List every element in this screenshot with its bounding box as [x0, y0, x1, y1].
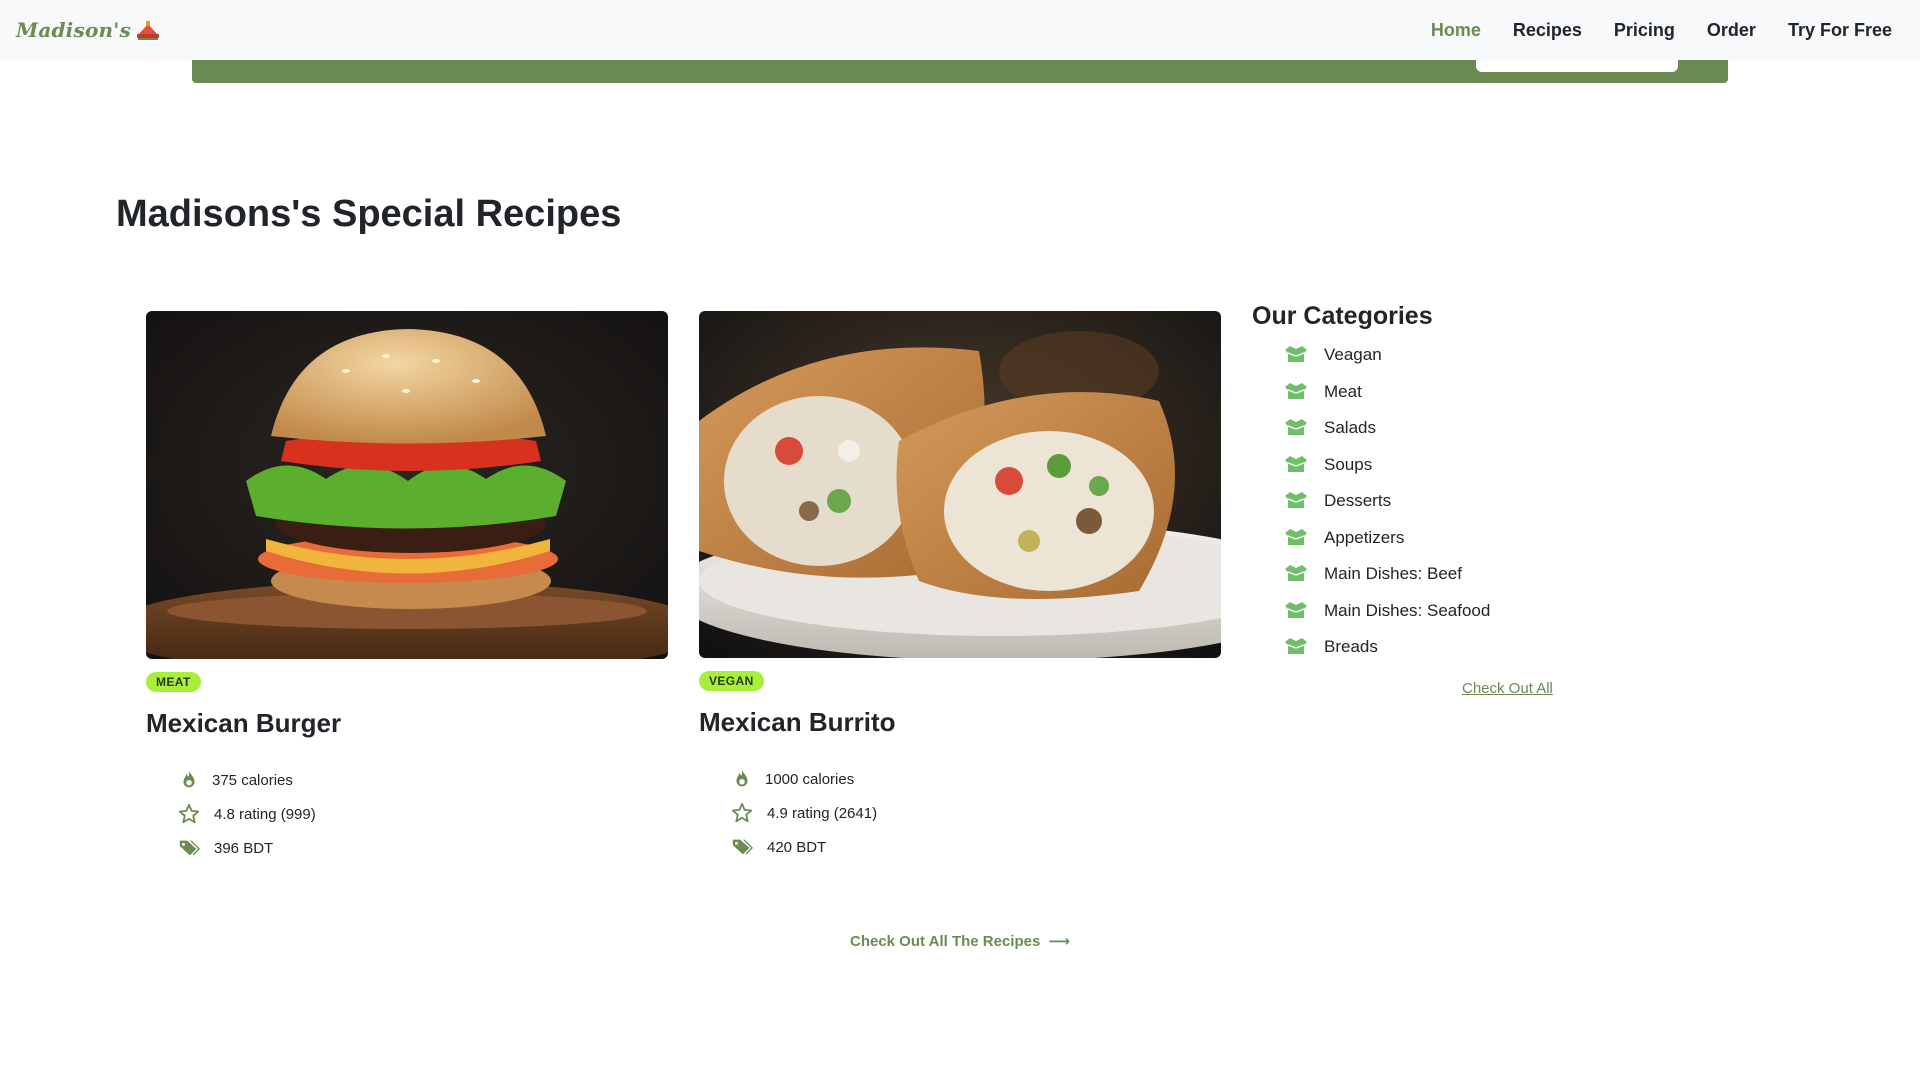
brand[interactable]: Madison's — [16, 18, 161, 42]
brand-logo-icon — [137, 21, 160, 40]
brand-name[interactable]: Madison's — [16, 18, 131, 42]
category-label[interactable]: Main Dishes: Seafood — [1324, 601, 1490, 621]
hero-banner-input-edge — [1476, 60, 1678, 72]
recipe-stats: 1000 calories 4.9 rating (2641) 420 BDT — [731, 762, 1221, 864]
category-badge: VEGAN — [699, 671, 764, 691]
rating-stat: 4.8 rating (999) — [178, 797, 668, 831]
calories-stat: 1000 calories — [731, 762, 1221, 796]
flame-icon — [736, 769, 748, 787]
open-box-icon — [1285, 419, 1307, 436]
category-item[interactable]: Soups — [1284, 447, 1592, 484]
all-recipes-row: Check Out All The Recipes ⟶ — [0, 932, 1920, 951]
nav-order[interactable]: Order — [1707, 20, 1756, 41]
check-out-all-categories-link[interactable]: Check Out All — [1462, 680, 1592, 697]
recipe-image-burrito[interactable] — [699, 311, 1221, 658]
price-value: 420 BDT — [767, 838, 827, 856]
tags-icon — [732, 839, 753, 855]
price-stat: 396 BDT — [178, 831, 668, 865]
category-label[interactable]: Veagan — [1324, 345, 1382, 365]
categories-title: Our Categories — [1252, 302, 1433, 330]
rating-stat: 4.9 rating (2641) — [731, 796, 1221, 830]
check-out-all-recipes-link[interactable]: Check Out All The Recipes ⟶ — [850, 933, 1070, 950]
recipe-card[interactable]: MEAT Mexican Burger 375 calories 4.8 rat… — [146, 311, 668, 865]
nav-try-for-free[interactable]: Try For Free — [1788, 20, 1892, 41]
category-label[interactable]: Meat — [1324, 382, 1362, 402]
price-value: 396 BDT — [214, 839, 274, 857]
tags-icon — [179, 840, 200, 856]
calories-value: 1000 calories — [765, 770, 855, 788]
nav-pricing[interactable]: Pricing — [1614, 20, 1675, 41]
open-box-icon — [1285, 492, 1307, 509]
recipe-stats: 375 calories 4.8 rating (999) 396 BDT — [178, 763, 668, 865]
star-outline-icon — [731, 802, 753, 823]
category-badge: MEAT — [146, 672, 201, 692]
recipe-card[interactable]: VEGAN Mexican Burrito 1000 calories 4.9 … — [699, 311, 1221, 864]
category-item[interactable]: Meat — [1284, 374, 1592, 411]
recipe-image-burger[interactable] — [146, 311, 668, 659]
category-label[interactable]: Main Dishes: Beef — [1324, 564, 1462, 584]
category-item[interactable]: Breads — [1284, 629, 1592, 666]
star-outline-icon — [178, 803, 200, 824]
nav-recipes[interactable]: Recipes — [1513, 20, 1582, 41]
category-item[interactable]: Appetizers — [1284, 520, 1592, 557]
category-label[interactable]: Breads — [1324, 637, 1378, 657]
category-label[interactable]: Soups — [1324, 455, 1372, 475]
flame-icon — [183, 770, 195, 788]
navbar: Madison's Home Recipes Pricing Order Try… — [0, 0, 1920, 60]
category-item[interactable]: Main Dishes: Beef — [1284, 556, 1592, 593]
category-item[interactable]: Salads — [1284, 410, 1592, 447]
nav-links: Home Recipes Pricing Order Try For Free — [1399, 20, 1892, 41]
category-item[interactable]: Main Dishes: Seafood — [1284, 593, 1592, 630]
check-out-all-recipes-label[interactable]: Check Out All The Recipes — [850, 933, 1040, 950]
nav-home[interactable]: Home — [1431, 20, 1481, 41]
open-box-icon — [1285, 601, 1307, 618]
long-arrow-right-icon: ⟶ — [1048, 933, 1070, 950]
recipe-title[interactable]: Mexican Burrito — [699, 707, 1221, 738]
category-item[interactable]: Veagan — [1284, 337, 1592, 374]
open-box-icon — [1285, 528, 1307, 545]
category-label[interactable]: Salads — [1324, 418, 1376, 438]
open-box-icon — [1285, 638, 1307, 655]
price-stat: 420 BDT — [731, 830, 1221, 864]
rating-value: 4.8 rating (999) — [214, 805, 316, 823]
category-item[interactable]: Desserts — [1284, 483, 1592, 520]
category-label[interactable]: Appetizers — [1324, 528, 1404, 548]
open-box-icon — [1285, 565, 1307, 582]
calories-stat: 375 calories — [178, 763, 668, 797]
recipe-title[interactable]: Mexican Burger — [146, 708, 668, 739]
section-title: Madisons's Special Recipes — [116, 193, 622, 235]
categories-list: Veagan Meat Salads Soups Desserts Appeti… — [1284, 337, 1592, 666]
categories-panel: Our Categories Veagan Meat Salads Soups … — [1252, 302, 1592, 697]
rating-value: 4.9 rating (2641) — [767, 804, 878, 822]
calories-value: 375 calories — [212, 771, 293, 789]
open-box-icon — [1285, 382, 1307, 399]
open-box-icon — [1285, 455, 1307, 472]
open-box-icon — [1285, 346, 1307, 363]
category-label[interactable]: Desserts — [1324, 491, 1391, 511]
